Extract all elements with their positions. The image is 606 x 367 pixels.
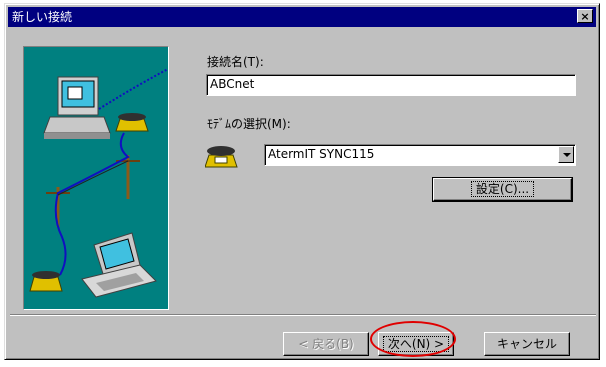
connection-name-field[interactable]: ABCnet [206,74,576,96]
close-button[interactable]: × [577,9,593,23]
title-bar[interactable]: 新しい接続 × [8,7,596,27]
settings-button[interactable]: 設定(C)... [432,177,573,202]
computer-phone-network-illustration [29,68,169,298]
settings-button-label: 設定(C)... [470,181,535,197]
modem-select-label: ﾓﾃﾞﾑの選択(M): [207,117,291,131]
modem-select[interactable]: AtermIT SYNC115 [264,144,576,166]
telephone-modem-icon [205,146,238,168]
close-icon: × [580,10,590,23]
connection-name-label: 接続名(T): [207,55,264,69]
cancel-button[interactable]: キャンセル [484,332,570,356]
chevron-down-icon[interactable] [558,146,574,163]
back-button[interactable]: < 戻る(B) [283,332,369,356]
illustration-panel [23,46,169,310]
modem-select-value: AtermIT SYNC115 [268,147,375,161]
highlight-circle [370,321,456,357]
separator [10,314,596,316]
window-title: 新しい接続 [12,10,73,24]
